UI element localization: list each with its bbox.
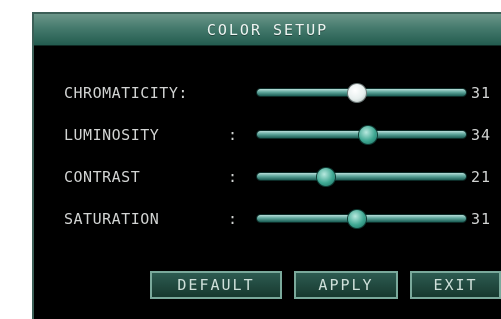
exit-button[interactable]: EXIT	[410, 271, 501, 299]
luminosity-slider-thumb[interactable]	[358, 126, 377, 144]
luminosity-row: LUMINOSITY : 34	[64, 124, 501, 148]
color-setup-dialog: COLOR SETUP CHROMATICITY: 31 LUMINOSITY …	[32, 12, 501, 319]
luminosity-value: 34	[471, 126, 492, 144]
saturation-colon: :	[228, 210, 238, 228]
saturation-slider[interactable]	[256, 210, 467, 228]
contrast-value: 21	[471, 168, 492, 186]
contrast-slider-thumb[interactable]	[316, 168, 335, 186]
saturation-slider-thumb[interactable]	[348, 210, 367, 228]
luminosity-colon: :	[228, 126, 238, 144]
chromaticity-slider[interactable]	[256, 84, 467, 102]
contrast-label: CONTRAST	[64, 168, 141, 186]
luminosity-label: LUMINOSITY	[64, 126, 160, 144]
saturation-value: 31	[471, 210, 492, 228]
default-button[interactable]: DEFAULT	[150, 271, 282, 299]
chromaticity-slider-thumb[interactable]	[348, 84, 367, 102]
chromaticity-label: CHROMATICITY:	[64, 84, 188, 102]
saturation-label: SATURATION	[64, 210, 160, 228]
dialog-title: COLOR SETUP	[206, 20, 329, 39]
chromaticity-value: 31	[471, 84, 492, 102]
contrast-slider[interactable]	[256, 168, 467, 186]
luminosity-slider[interactable]	[256, 126, 467, 144]
contrast-row: CONTRAST : 21	[64, 166, 501, 190]
chromaticity-row: CHROMATICITY: 31	[64, 82, 501, 106]
apply-button[interactable]: APPLY	[294, 271, 398, 299]
contrast-colon: :	[228, 168, 238, 186]
saturation-row: SATURATION : 31	[64, 208, 501, 232]
title-bar: COLOR SETUP	[34, 14, 501, 46]
